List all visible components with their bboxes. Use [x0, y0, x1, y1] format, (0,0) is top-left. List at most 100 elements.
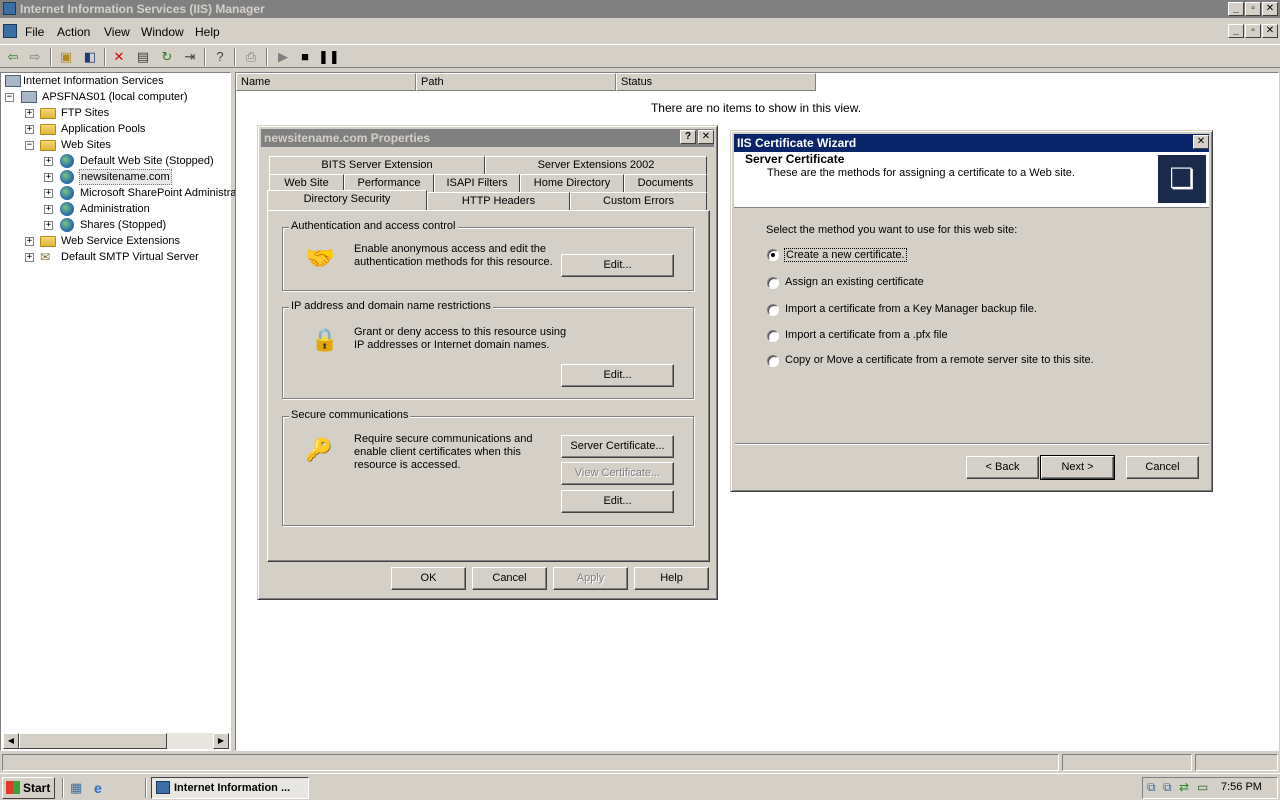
radio-import-pfx[interactable] [767, 330, 779, 342]
start-button[interactable]: Start [2, 777, 55, 799]
monitor-tray-icon[interactable]: ▭ [1197, 780, 1208, 794]
tab-directory-security[interactable]: Directory Security [267, 190, 427, 210]
expand-icon[interactable]: + [44, 157, 53, 166]
ip-edit-button[interactable]: Edit... [561, 364, 674, 387]
ip-group-label: IP address and domain name restrictions [289, 300, 493, 312]
connection-tray-icon[interactable]: ⇄ [1179, 780, 1189, 794]
secure-edit-button[interactable]: Edit... [561, 490, 674, 513]
show-hide-tree-icon[interactable]: ◧ [81, 48, 99, 66]
secure-description-line3: resource is accessed. [354, 459, 461, 471]
child-close-button[interactable]: ✕ [1262, 24, 1278, 38]
auth-edit-button[interactable]: Edit... [561, 254, 674, 277]
expand-icon[interactable]: + [44, 189, 53, 198]
properties-title: newsitename.com Properties [264, 131, 431, 145]
back-icon[interactable]: ⇦ [4, 48, 22, 66]
wizard-close-button[interactable]: ✕ [1193, 135, 1209, 149]
network-tray-icon-2[interactable]: ⧉ [1163, 780, 1172, 795]
directory-security-page: Authentication and access control 🤝 Enab… [267, 210, 710, 562]
clock[interactable]: 7:56 PM [1221, 781, 1262, 793]
radio-copy-move-remote[interactable] [767, 355, 779, 367]
scroll-left-button[interactable]: ◀ [3, 733, 19, 749]
forward-icon[interactable]: ⇨ [26, 48, 44, 66]
option-assign-existing-label[interactable]: Assign an existing certificate [785, 276, 924, 288]
ip-description-line2: IP addresses or Internet domain names. [354, 339, 550, 351]
expand-icon[interactable]: + [25, 109, 34, 118]
column-header-name[interactable]: Name [236, 73, 416, 91]
collapse-icon[interactable]: − [5, 93, 14, 102]
collapse-icon[interactable]: − [25, 141, 34, 150]
tab-server-extensions-2002[interactable]: Server Extensions 2002 [485, 156, 707, 174]
cancel-button[interactable]: Cancel [472, 567, 547, 590]
properties-title-bar: newsitename.com Properties ? ✕ [261, 129, 714, 147]
tab-bits-server-extension[interactable]: BITS Server Extension [269, 156, 485, 174]
radio-import-key-manager[interactable] [767, 304, 779, 316]
option-import-key-manager-label[interactable]: Import a certificate from a Key Manager … [785, 303, 1037, 315]
globe-icon [60, 170, 74, 184]
option-copy-move-label[interactable]: Copy or Move a certificate from a remote… [785, 354, 1094, 366]
secure-comm-groupbox: Secure communications 🔑 Require secure c… [282, 409, 694, 526]
child-minimize-button[interactable]: _ [1228, 24, 1244, 38]
menu-window[interactable]: Window [141, 25, 184, 39]
pause-icon[interactable]: ❚❚ [318, 48, 340, 66]
system-menu-icon[interactable] [3, 24, 17, 38]
column-header-status[interactable]: Status [616, 73, 816, 91]
menu-view[interactable]: View [104, 25, 130, 39]
next-button[interactable]: Next > [1040, 455, 1115, 480]
status-panel-main [2, 754, 1059, 771]
minimize-button[interactable]: _ [1228, 2, 1244, 16]
menu-file[interactable]: File [25, 25, 44, 39]
wizard-header-panel: Server Certificate These are the methods… [734, 152, 1209, 208]
refresh-icon[interactable]: ↻ [158, 48, 176, 66]
expand-icon[interactable]: + [25, 253, 34, 262]
export-list-icon[interactable]: ⇥ [181, 48, 199, 66]
server-certificate-button[interactable]: Server Certificate... [561, 435, 674, 458]
expand-icon[interactable]: + [25, 237, 34, 246]
expand-icon[interactable]: + [25, 125, 34, 134]
iis-app-icon [3, 2, 16, 15]
child-restore-button[interactable]: ▫ [1245, 24, 1261, 38]
maximize-button[interactable]: ▫ [1245, 2, 1261, 16]
apply-button[interactable]: Apply [553, 567, 628, 590]
properties-icon[interactable]: ▤ [134, 48, 152, 66]
menu-help[interactable]: Help [195, 25, 220, 39]
stop-icon[interactable]: ■ [296, 48, 314, 66]
back-button[interactable]: < Back [966, 456, 1039, 479]
tree-pane[interactable]: Internet Information Services − APSFNAS0… [0, 72, 237, 751]
tree-horizontal-scrollbar[interactable]: ◀ ▶ [3, 733, 229, 749]
delete-icon[interactable]: ✕ [110, 48, 128, 66]
tab-http-headers[interactable]: HTTP Headers [427, 192, 570, 210]
connect-icon[interactable]: ⎙ [242, 48, 260, 66]
expand-icon[interactable]: + [44, 205, 53, 214]
tab-custom-errors[interactable]: Custom Errors [570, 192, 707, 210]
help-button[interactable]: Help [634, 567, 709, 590]
option-create-new-label[interactable]: Create a new certificate. [784, 248, 907, 262]
ok-button[interactable]: OK [391, 567, 466, 590]
start-icon[interactable]: ▶ [274, 48, 292, 66]
radio-create-new-certificate[interactable] [767, 249, 779, 261]
tab-home-directory[interactable]: Home Directory [520, 174, 624, 192]
scroll-thumb[interactable] [19, 733, 167, 749]
toolbar: ⇦ ⇨ ▣ ◧ ✕ ▤ ↻ ⇥ ? ⎙ ▶ ■ ❚❚ [0, 44, 1280, 68]
internet-explorer-icon[interactable]: e [94, 780, 110, 796]
tab-isapi-filters[interactable]: ISAPI Filters [434, 174, 520, 192]
expand-icon[interactable]: + [44, 221, 53, 230]
properties-close-button[interactable]: ✕ [698, 130, 714, 144]
context-help-button[interactable]: ? [680, 130, 696, 144]
expand-icon[interactable]: + [44, 173, 53, 182]
taskbar-task-iis[interactable]: Internet Information ... [151, 777, 309, 799]
tab-documents[interactable]: Documents [624, 174, 707, 192]
status-panel-2 [1062, 754, 1192, 771]
close-button[interactable]: ✕ [1262, 2, 1278, 16]
wizard-cancel-button[interactable]: Cancel [1126, 456, 1199, 479]
menu-action[interactable]: Action [57, 25, 90, 39]
view-certificate-button[interactable]: View Certificate... [561, 462, 674, 485]
column-header-path[interactable]: Path [416, 73, 616, 91]
radio-assign-existing-certificate[interactable] [767, 277, 779, 289]
network-tray-icon[interactable]: ⧉ [1147, 780, 1156, 795]
quick-launch-server-icon[interactable]: ▦ [70, 780, 86, 796]
scroll-right-button[interactable]: ▶ [213, 733, 229, 749]
wizard-subheading: These are the methods for assigning a ce… [767, 167, 1075, 179]
up-folder-icon[interactable]: ▣ [57, 48, 75, 66]
option-import-pfx-label[interactable]: Import a certificate from a .pfx file [785, 329, 948, 341]
help-icon[interactable]: ? [211, 48, 229, 66]
